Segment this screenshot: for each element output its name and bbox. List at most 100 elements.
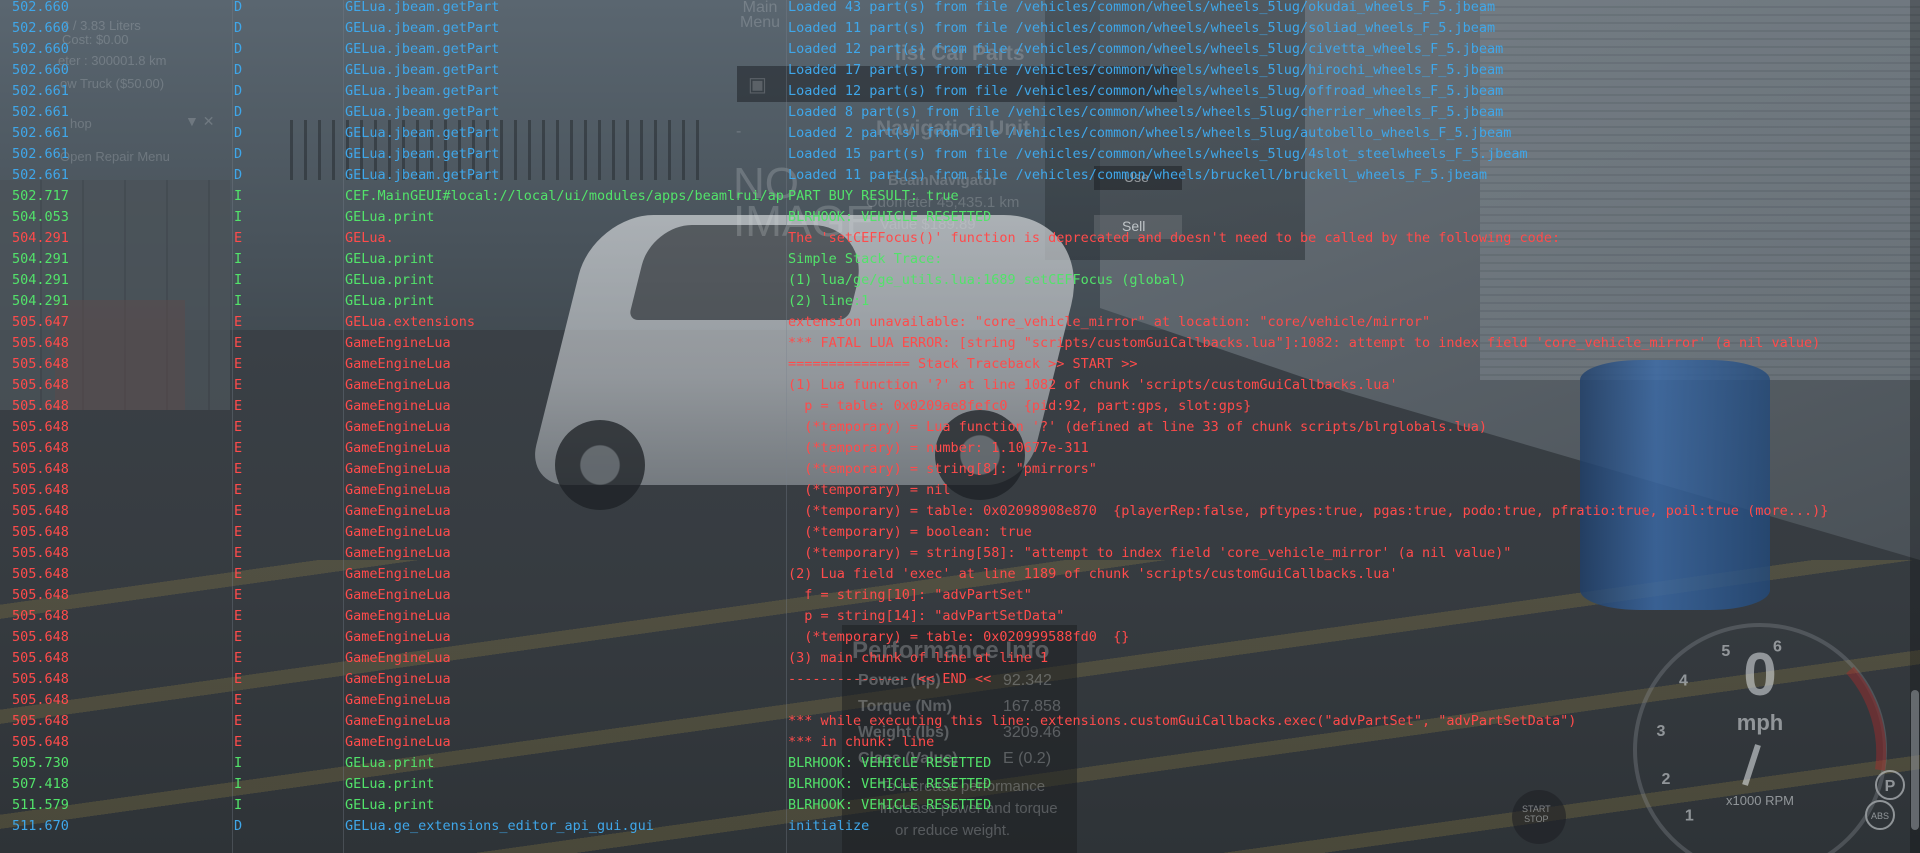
log-message: (1) Lua function '?' at line 1082 of chu… <box>788 377 1398 393</box>
log-source: GELua.print <box>345 797 435 813</box>
log-message: extension unavailable: "core_vehicle_mir… <box>788 314 1431 330</box>
log-source: GELua. <box>345 230 394 246</box>
log-row: 502.661 D GELua.jbeam.getPart Loaded 15 par… <box>0 144 1920 165</box>
log-level: D <box>234 62 243 78</box>
log-source: GameEngineLua <box>345 566 451 582</box>
log-source: CEF.MainGEUI#local://local/ui/modules/ap… <box>345 188 785 204</box>
log-row: 502.660 D GELua.jbeam.getPart Loaded 17 par… <box>0 60 1920 81</box>
log-source: GameEngineLua <box>345 734 451 750</box>
log-level: E <box>234 314 243 330</box>
log-level: E <box>234 377 243 393</box>
log-source: GELua.jbeam.getPart <box>345 125 500 141</box>
log-level: D <box>234 0 243 15</box>
log-level: E <box>234 608 243 624</box>
log-time: 507.418 <box>12 776 69 792</box>
log-message: (*temporary) = table: 0x02098908e870 {pl… <box>788 503 1829 519</box>
log-source: GELua.print <box>345 251 435 267</box>
log-message: Loaded 17 part(s) from file /vehicles/co… <box>788 62 1504 78</box>
log-message: BLRHOOK: VEHICLE RESETTED <box>788 797 992 813</box>
log-message: Loaded 43 part(s) from file /vehicles/co… <box>788 0 1496 15</box>
log-level: E <box>234 230 243 246</box>
log-level: E <box>234 545 243 561</box>
log-row: 504.291 I GELua.print (2) line:1 <box>0 291 1920 312</box>
log-message: BLRHOOK: VEHICLE RESETTED <box>788 755 992 771</box>
log-row: 502.661 D GELua.jbeam.getPart Loaded 2 part… <box>0 123 1920 144</box>
log-level: E <box>234 482 243 498</box>
log-source: GameEngineLua <box>345 713 451 729</box>
log-source: GameEngineLua <box>345 608 451 624</box>
log-row: 502.717 I CEF.MainGEUI#local://local/ui/mo… <box>0 186 1920 207</box>
log-row: 502.661 D GELua.jbeam.getPart Loaded 8 part… <box>0 102 1920 123</box>
log-message: (1) lua/ge/ge_utils.lua:1689 setCEFFocus… <box>788 272 1187 288</box>
log-row: 502.660 D GELua.jbeam.getPart Loaded 43 par… <box>0 0 1920 18</box>
log-time: 505.648 <box>12 608 69 624</box>
log-time: 504.053 <box>12 209 69 225</box>
log-row: 505.648 E GameEngineLua (3) main chunk of l… <box>0 648 1920 669</box>
log-time: 505.730 <box>12 755 69 771</box>
log-source: GELua.jbeam.getPart <box>345 0 500 15</box>
log-time: 511.670 <box>12 818 69 834</box>
log-time: 505.648 <box>12 482 69 498</box>
log-source: GameEngineLua <box>345 587 451 603</box>
log-time: 502.661 <box>12 146 69 162</box>
log-time: 505.648 <box>12 587 69 603</box>
log-row: 505.648 E GameEngineLua (*temporary) = str… <box>0 543 1920 564</box>
log-source: GameEngineLua <box>345 482 451 498</box>
log-level: E <box>234 335 243 351</box>
log-row: 505.648 E GameEngineLua (1) Lua function '?… <box>0 375 1920 396</box>
log-level: E <box>234 398 243 414</box>
log-message: BLRHOOK: VEHICLE RESETTED <box>788 776 992 792</box>
log-message: *** FATAL LUA ERROR: [string "scripts/cu… <box>788 335 1821 351</box>
log-time: 505.647 <box>12 314 69 330</box>
log-row: 507.418 I GELua.print BLRHOOK: VEHICLE RESE… <box>0 774 1920 795</box>
log-row: 502.660 D GELua.jbeam.getPart Loaded 12 par… <box>0 39 1920 60</box>
log-row: 505.648 E GameEngineLua p = string[14]: "a… <box>0 606 1920 627</box>
log-message: Loaded 2 part(s) from file /vehicles/com… <box>788 125 1512 141</box>
log-message: p = string[14]: "advPartSetData" <box>788 608 1065 624</box>
log-time: 502.661 <box>12 167 69 183</box>
log-row: 505.648 E GameEngineLua p = table: 0x0209a… <box>0 396 1920 417</box>
scrollbar-thumb[interactable] <box>1911 690 1919 830</box>
log-time: 502.660 <box>12 0 69 15</box>
log-time: 505.648 <box>12 713 69 729</box>
log-message: Loaded 12 part(s) from file /vehicles/co… <box>788 41 1504 57</box>
log-row: 505.648 E GameEngineLua *** while executing… <box>0 711 1920 732</box>
log-source: GELua.print <box>345 272 435 288</box>
log-message: p = table: 0x0209ae8fefc0 {pid:92, part:… <box>788 398 1252 414</box>
log-message: Simple Stack Trace: <box>788 251 943 267</box>
log-row: 505.647 E GELua.extensions extension unavai… <box>0 312 1920 333</box>
log-row: 505.648 E GameEngineLua (*temporary) = nil <box>0 480 1920 501</box>
log-source: GameEngineLua <box>345 503 451 519</box>
console-scrollbar[interactable] <box>1910 0 1920 853</box>
log-time: 505.648 <box>12 650 69 666</box>
log-message: Loaded 12 part(s) from file /vehicles/co… <box>788 83 1504 99</box>
log-source: GameEngineLua <box>345 692 451 708</box>
log-row: 504.291 I GELua.print (1) lua/ge/ge_utils.l… <box>0 270 1920 291</box>
log-time: 502.661 <box>12 125 69 141</box>
log-time: 505.648 <box>12 461 69 477</box>
log-level: E <box>234 524 243 540</box>
log-time: 505.648 <box>12 692 69 708</box>
log-row: 505.648 E GameEngineLua *** in chunk: line <box>0 732 1920 753</box>
log-time: 504.291 <box>12 293 69 309</box>
log-level: I <box>234 755 243 771</box>
log-level: E <box>234 692 243 708</box>
log-message: (2) line:1 <box>788 293 870 309</box>
log-source: GELua.jbeam.getPart <box>345 62 500 78</box>
log-message: The 'setCEFFocus()' function is deprecat… <box>788 230 1561 246</box>
log-source: GELua.print <box>345 293 435 309</box>
log-time: 505.648 <box>12 377 69 393</box>
log-message: (*temporary) = nil <box>788 482 951 498</box>
log-message: (*temporary) = Lua function '?' (defined… <box>788 419 1487 435</box>
log-level: E <box>234 629 243 645</box>
log-row: 511.579 I GELua.print BLRHOOK: VEHICLE RESE… <box>0 795 1920 816</box>
log-row: 505.648 E GameEngineLua =============== Sta… <box>0 354 1920 375</box>
log-level: E <box>234 650 243 666</box>
log-source: GameEngineLua <box>345 398 451 414</box>
log-row: 505.730 I GELua.print BLRHOOK: VEHICLE RESE… <box>0 753 1920 774</box>
log-source: GameEngineLua <box>345 650 451 666</box>
log-time: 502.660 <box>12 41 69 57</box>
log-source: GELua.jbeam.getPart <box>345 41 500 57</box>
log-row: 502.661 D GELua.jbeam.getPart Loaded 12 par… <box>0 81 1920 102</box>
log-row: 504.291 I GELua.print Simple Stack Trace: <box>0 249 1920 270</box>
